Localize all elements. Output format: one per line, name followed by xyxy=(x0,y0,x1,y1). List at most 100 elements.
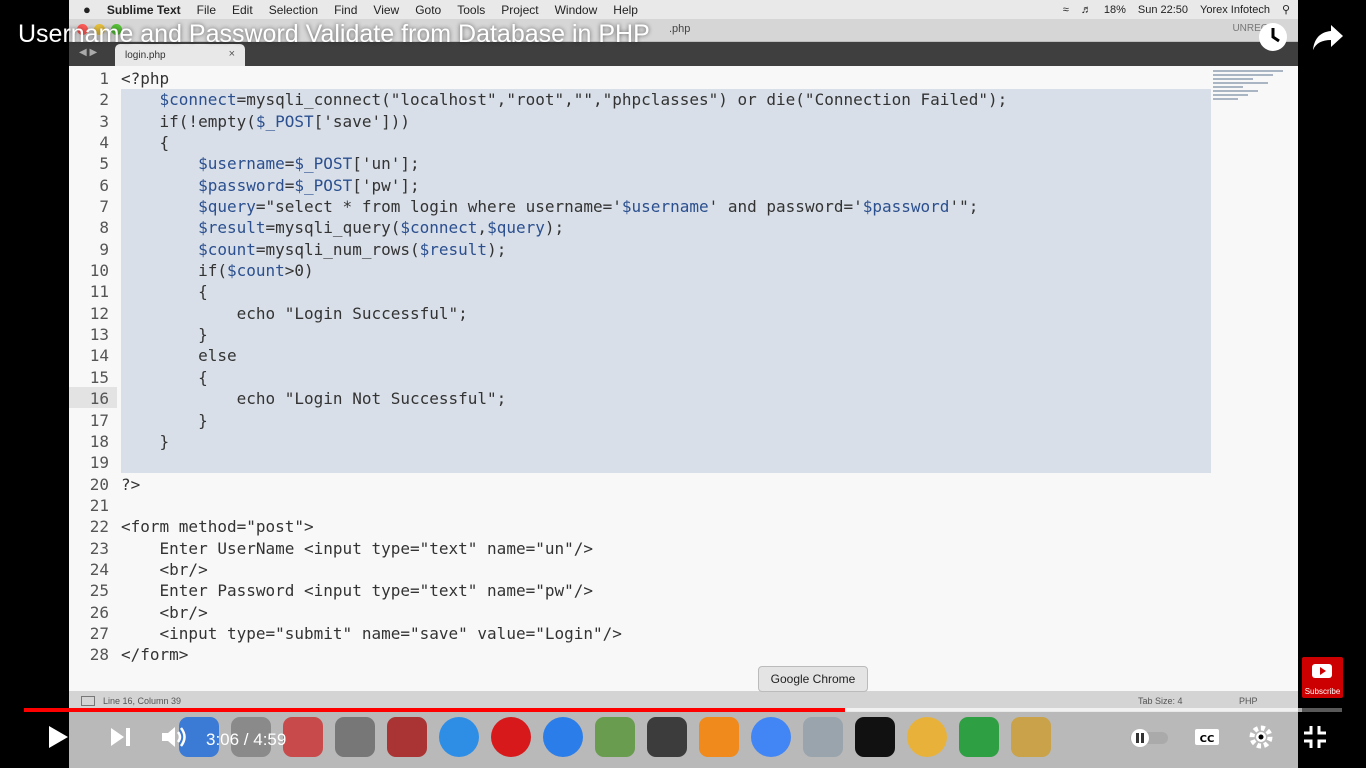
code-line[interactable]: echo "Login Not Successful"; xyxy=(121,388,1007,409)
settings-gear-button[interactable] xyxy=(1246,722,1276,752)
captions-button[interactable]: CC xyxy=(1192,722,1222,752)
pycharm-icon[interactable] xyxy=(855,717,895,757)
code-line[interactable]: <?php xyxy=(121,68,1007,89)
menu-selection[interactable]: Selection xyxy=(269,3,318,17)
progress-bar[interactable] xyxy=(24,708,1342,712)
menu-view[interactable]: View xyxy=(373,3,399,17)
line-number: 1 xyxy=(99,69,109,88)
settings-gear-icon[interactable] xyxy=(803,717,843,757)
google-chrome-icon[interactable] xyxy=(751,717,791,757)
watch-later-icon[interactable] xyxy=(1257,21,1289,53)
volume-icon[interactable]: ♬ xyxy=(1081,4,1092,16)
code-line[interactable]: $result=mysqli_query($connect,$query); xyxy=(121,217,1007,238)
code-line[interactable]: $query="select * from login where userna… xyxy=(121,196,1007,217)
camtasia-icon[interactable] xyxy=(959,717,999,757)
play-button[interactable] xyxy=(44,722,72,752)
code-line[interactable]: { xyxy=(121,281,1007,302)
safari-icon[interactable] xyxy=(439,717,479,757)
line-number: 16 xyxy=(89,389,109,409)
menubar-clock[interactable]: Sun 22:50 xyxy=(1138,4,1188,16)
video-title[interactable]: Username and Password Validate from Data… xyxy=(18,20,650,49)
code-line[interactable]: } xyxy=(121,324,1007,345)
code-line[interactable]: if($count>0) xyxy=(121,260,1007,281)
code-line[interactable]: ?> xyxy=(121,474,1007,495)
system-preferences-icon[interactable] xyxy=(335,717,375,757)
battery-percent[interactable]: 18% xyxy=(1104,4,1126,16)
calendar-icon[interactable] xyxy=(283,717,323,757)
code-line[interactable]: $count=mysqli_num_rows($result); xyxy=(121,239,1007,260)
code-line[interactable]: { xyxy=(121,132,1007,153)
app-name-menu[interactable]: Sublime Text xyxy=(107,3,181,17)
line-number: 22 xyxy=(89,517,109,537)
opera-icon[interactable] xyxy=(491,717,531,757)
line-number: 15 xyxy=(89,367,109,387)
line-number: 26 xyxy=(89,602,109,622)
autoplay-toggle[interactable] xyxy=(1128,722,1172,752)
line-number: 27 xyxy=(89,623,109,643)
apple-icon[interactable]: ● xyxy=(83,2,91,17)
code-line[interactable]: else xyxy=(121,345,1007,366)
code-line[interactable]: if(!empty($_POST['save'])) xyxy=(121,111,1007,132)
screen-recording: ● Sublime Text File Edit Selection Find … xyxy=(69,0,1298,768)
menubar-user[interactable]: Yorex Infotech xyxy=(1200,4,1270,16)
code-line[interactable]: Enter UserName <input type="text" name="… xyxy=(121,538,1007,559)
code-line[interactable]: } xyxy=(121,431,1007,452)
line-number: 3 xyxy=(99,111,109,131)
menu-tools[interactable]: Tools xyxy=(457,3,485,17)
menu-project[interactable]: Project xyxy=(501,3,538,17)
app-store-icon[interactable] xyxy=(543,717,583,757)
code-line[interactable]: <form method="post"> xyxy=(121,516,1007,537)
code-line[interactable]: $password=$_POST['pw']; xyxy=(121,175,1007,196)
code-editor[interactable]: 1 2 3 4 5 6 7 8 9 10 11 12 13 14 15 16 17 18 19 20 21 22 23 24 2… xyxy=(69,66,1298,691)
code-line[interactable] xyxy=(121,452,1007,473)
menu-help[interactable]: Help xyxy=(613,3,638,17)
syntax-setting[interactable]: PHP xyxy=(1239,696,1258,706)
menu-window[interactable]: Window xyxy=(555,3,598,17)
code-line[interactable]: Enter Password <input type="text" name="… xyxy=(121,580,1007,601)
photos-icon[interactable] xyxy=(907,717,947,757)
menu-goto[interactable]: Goto xyxy=(415,3,441,17)
share-icon[interactable] xyxy=(1311,21,1345,53)
android-studio-icon[interactable] xyxy=(595,717,635,757)
menu-find[interactable]: Find xyxy=(334,3,357,17)
line-number: 17 xyxy=(89,410,109,430)
wifi-icon[interactable]: ≈ xyxy=(1063,4,1069,16)
vlc-icon[interactable] xyxy=(699,717,739,757)
archive-icon[interactable] xyxy=(1011,717,1051,757)
line-number: 12 xyxy=(89,303,109,323)
console-toggle-icon[interactable] xyxy=(81,696,95,706)
minimap[interactable] xyxy=(1213,68,1293,116)
code-area[interactable]: <?php $connect=mysqli_connect("localhost… xyxy=(121,68,1007,666)
volume-button[interactable] xyxy=(158,722,188,752)
subscribe-watermark[interactable]: Subscribe xyxy=(1302,657,1343,698)
next-button[interactable] xyxy=(106,722,134,752)
code-line[interactable]: { xyxy=(121,367,1007,388)
played-bar xyxy=(24,708,846,712)
tab-close-icon[interactable]: × xyxy=(229,48,235,60)
line-number: 18 xyxy=(89,431,109,451)
dock-tooltip: Google Chrome xyxy=(758,666,868,692)
code-line[interactable]: </form> xyxy=(121,644,1007,665)
line-number: 8 xyxy=(99,218,109,238)
code-line[interactable]: $connect=mysqli_connect("localhost","roo… xyxy=(121,89,1008,110)
line-number: 2 xyxy=(99,90,109,110)
menu-file[interactable]: File xyxy=(197,3,216,17)
line-number-gutter: 1 2 3 4 5 6 7 8 9 10 11 12 13 14 15 16 17 18 19 20 21 22 23 24 2… xyxy=(69,68,109,666)
code-line[interactable]: echo "Login Successful"; xyxy=(121,303,1007,324)
photo-booth-icon[interactable] xyxy=(387,717,427,757)
code-line[interactable] xyxy=(121,495,1007,516)
sublime-text-icon[interactable] xyxy=(647,717,687,757)
code-line[interactable]: $username=$_POST['un']; xyxy=(121,153,1007,174)
window-title: .php xyxy=(669,23,691,35)
tab-size-setting[interactable]: Tab Size: 4 xyxy=(1138,696,1183,706)
line-number: 21 xyxy=(89,495,109,515)
code-line[interactable]: } xyxy=(121,410,1007,431)
exit-fullscreen-button[interactable] xyxy=(1300,722,1330,752)
line-number: 13 xyxy=(89,325,109,345)
code-line[interactable]: <input type="submit" name="save" value="… xyxy=(121,623,1007,644)
code-line[interactable]: <br/> xyxy=(121,559,1007,580)
spotlight-search-icon[interactable]: ⚲ xyxy=(1282,3,1290,16)
menu-edit[interactable]: Edit xyxy=(232,3,253,17)
code-line[interactable]: <br/> xyxy=(121,602,1007,623)
line-number: 25 xyxy=(89,581,109,601)
